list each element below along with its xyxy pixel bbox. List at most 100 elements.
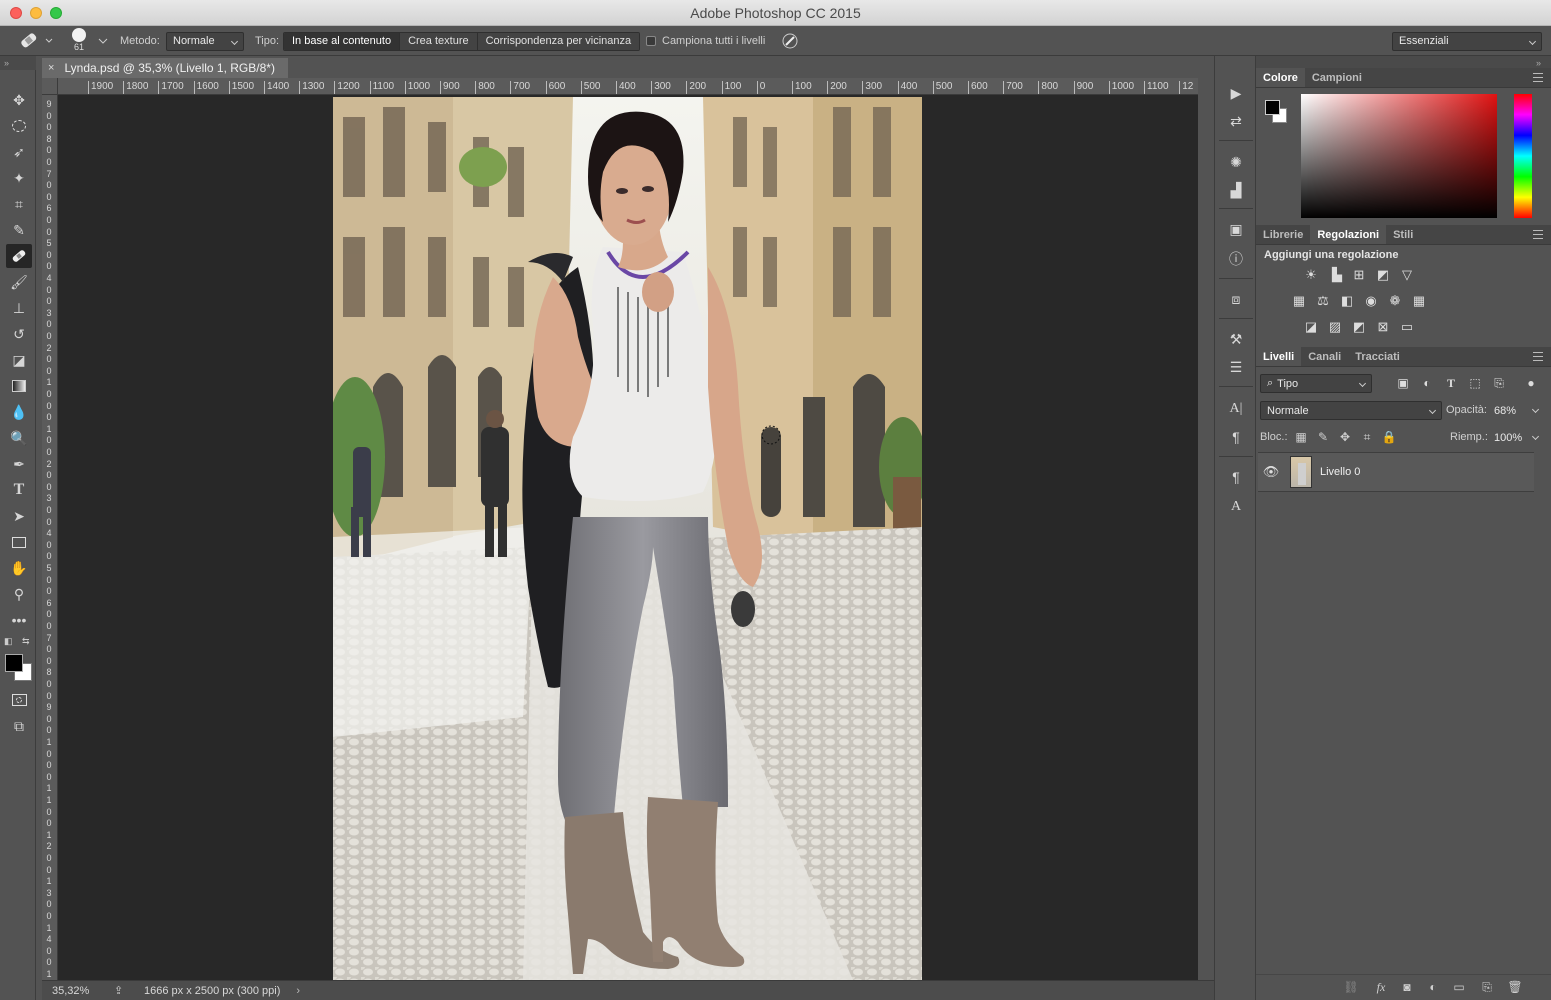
- history-icon[interactable]: ⇄: [1225, 110, 1247, 132]
- screen-mode-icon[interactable]: ⧉: [6, 714, 32, 738]
- tab-color[interactable]: Colore: [1256, 68, 1305, 87]
- exposure-icon[interactable]: ◩: [1374, 267, 1392, 283]
- color-balance-icon[interactable]: ⚖: [1314, 293, 1332, 309]
- color-lookup-icon[interactable]: ▦: [1410, 293, 1428, 309]
- channel-mixer-icon[interactable]: ❁: [1386, 293, 1404, 309]
- new-layer-icon[interactable]: ⎘: [1478, 978, 1496, 996]
- add-mask-icon[interactable]: ◙: [1398, 978, 1416, 996]
- magic-wand-tool-icon[interactable]: ✦: [6, 166, 32, 190]
- brush-picker[interactable]: 61: [72, 26, 86, 56]
- lock-position-icon[interactable]: ✥: [1336, 428, 1354, 446]
- tab-styles[interactable]: Stili: [1386, 225, 1420, 244]
- filter-shape-icon[interactable]: ⬚: [1466, 374, 1484, 392]
- canvas-image[interactable]: [333, 97, 922, 980]
- actions-play-icon[interactable]: ▶: [1225, 82, 1247, 104]
- properties-icon[interactable]: ☰: [1225, 356, 1247, 378]
- brush-tool-icon[interactable]: 🖌: [6, 270, 32, 294]
- horizontal-ruler[interactable]: 1900 1800 1700 1600 1500 1400 1300 1200 1100 1000…: [58, 78, 1198, 95]
- navigator-icon[interactable]: ✺: [1225, 151, 1247, 173]
- tab-layers[interactable]: Livelli: [1256, 347, 1302, 366]
- paragraph-icon[interactable]: ¶: [1225, 426, 1247, 448]
- spot-healing-tool-icon[interactable]: [6, 244, 32, 268]
- move-tool-icon[interactable]: ✥: [6, 88, 32, 112]
- gradient-map-icon[interactable]: ▭: [1398, 319, 1416, 335]
- layers-panel-menu-icon[interactable]: [1533, 352, 1543, 361]
- quick-mask-icon[interactable]: [6, 688, 32, 712]
- character-icon[interactable]: A|: [1225, 398, 1247, 420]
- default-colors-icon[interactable]: ◧: [4, 636, 13, 647]
- photo-filter-icon[interactable]: ◉: [1362, 293, 1380, 309]
- invert-icon[interactable]: ◪: [1302, 319, 1320, 335]
- brush-presets-icon[interactable]: ▣: [1225, 218, 1247, 240]
- fill-value[interactable]: 100%: [1488, 428, 1544, 447]
- eyedropper-tool-icon[interactable]: ✎: [6, 218, 32, 242]
- ruler-origin[interactable]: [42, 78, 58, 95]
- workspace-select[interactable]: Essenziali: [1392, 31, 1542, 51]
- curves-icon[interactable]: ⊞: [1350, 267, 1368, 283]
- more-tools-icon[interactable]: •••: [6, 608, 32, 632]
- filter-type-icon[interactable]: T: [1442, 374, 1460, 392]
- new-adjustment-layer-icon[interactable]: ◐: [1424, 978, 1442, 996]
- close-tab-icon[interactable]: ×: [48, 62, 54, 74]
- tab-swatches[interactable]: Campioni: [1305, 68, 1369, 87]
- foreground-color-swatch[interactable]: [5, 654, 23, 672]
- character-styles-icon[interactable]: A: [1225, 496, 1247, 518]
- status-menu-arrow-icon[interactable]: ›: [296, 985, 300, 997]
- document-tab[interactable]: × Lynda.psd @ 35,3% (Livello 1, RGB/8*): [42, 58, 288, 78]
- tab-channels[interactable]: Canali: [1301, 347, 1348, 366]
- hue-slider[interactable]: [1514, 94, 1532, 218]
- lock-pixels-icon[interactable]: ✎: [1314, 428, 1332, 446]
- type-create-texture[interactable]: Crea texture: [400, 32, 478, 50]
- paragraph-styles-icon[interactable]: ¶: [1225, 466, 1247, 488]
- tool-presets-icon[interactable]: ⚒: [1225, 328, 1247, 350]
- color-field[interactable]: [1301, 94, 1497, 218]
- vertical-ruler[interactable]: 9008007006005004003002001000100200300400…: [42, 78, 58, 980]
- type-tool-icon[interactable]: T: [6, 478, 32, 502]
- hue-saturation-icon[interactable]: ▦: [1290, 293, 1308, 309]
- path-selection-tool-icon[interactable]: ➤: [6, 504, 32, 528]
- sample-all-layers-checkbox[interactable]: Campiona tutti i livelli: [646, 26, 765, 56]
- blur-tool-icon[interactable]: 💧: [6, 400, 32, 424]
- tab-libraries[interactable]: Librerie: [1256, 225, 1310, 244]
- toolbox-collapse-strip[interactable]: »: [0, 56, 36, 70]
- layer-style-fx-icon[interactable]: fx: [1372, 978, 1390, 996]
- threshold-icon[interactable]: ◩: [1350, 319, 1368, 335]
- eraser-tool-icon[interactable]: ◪: [6, 348, 32, 372]
- layer-row[interactable]: 👁 Livello 0: [1258, 452, 1534, 492]
- hand-tool-icon[interactable]: ✋: [6, 556, 32, 580]
- levels-icon[interactable]: ▙: [1328, 267, 1346, 283]
- layer-name[interactable]: Livello 0: [1320, 466, 1360, 478]
- clone-source-icon[interactable]: ⧈: [1225, 288, 1247, 310]
- color-panel-menu-icon[interactable]: [1533, 73, 1543, 82]
- delete-layer-icon[interactable]: 🗑: [1506, 978, 1524, 996]
- zoom-tool-icon[interactable]: ⚲: [6, 582, 32, 606]
- lasso-tool-icon[interactable]: ➶: [6, 140, 32, 164]
- opacity-value[interactable]: 68%: [1488, 401, 1544, 420]
- new-group-icon[interactable]: ▭: [1450, 978, 1468, 996]
- black-white-icon[interactable]: ◧: [1338, 293, 1356, 309]
- share-icon[interactable]: ⇪: [114, 984, 134, 997]
- histogram-icon[interactable]: ▟: [1225, 179, 1247, 201]
- dodge-tool-icon[interactable]: 🔍: [6, 426, 32, 450]
- lock-transparency-icon[interactable]: ▦: [1292, 428, 1310, 446]
- layer-filter-select[interactable]: ⌕ Tipo: [1260, 374, 1372, 393]
- marquee-tool-icon[interactable]: [6, 114, 32, 138]
- type-content-aware[interactable]: In base al contenuto: [284, 32, 401, 50]
- rectangle-tool-icon[interactable]: [6, 530, 32, 554]
- lock-artboard-icon[interactable]: ⌗: [1358, 428, 1376, 446]
- link-layers-icon[interactable]: ⛓: [1342, 978, 1360, 996]
- lock-all-icon[interactable]: 🔒: [1380, 428, 1398, 446]
- blend-mode-select[interactable]: Normale: [1260, 401, 1442, 420]
- gradient-tool-icon[interactable]: [6, 374, 32, 398]
- tool-preset-picker[interactable]: [16, 26, 54, 56]
- selective-color-icon[interactable]: ⊠: [1374, 319, 1392, 335]
- foreground-color-chip[interactable]: [1265, 100, 1280, 115]
- filter-smart-object-icon[interactable]: ⎘: [1490, 374, 1508, 392]
- layer-visibility-eye-icon[interactable]: 👁: [1258, 464, 1284, 480]
- zoom-level[interactable]: 35,32%: [52, 985, 106, 997]
- tab-adjustments[interactable]: Regolazioni: [1310, 225, 1387, 244]
- history-brush-tool-icon[interactable]: ↺: [6, 322, 32, 346]
- pressure-size-button[interactable]: [780, 26, 800, 56]
- clone-stamp-tool-icon[interactable]: ⊥: [6, 296, 32, 320]
- tab-paths[interactable]: Tracciati: [1348, 347, 1407, 366]
